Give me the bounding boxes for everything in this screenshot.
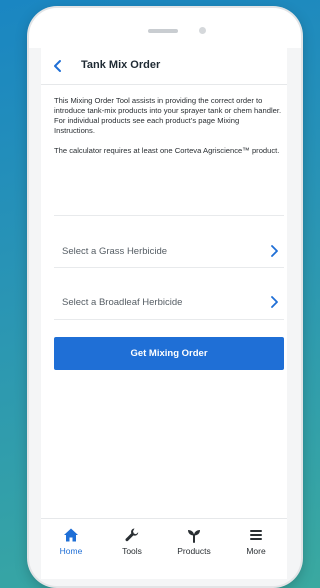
phone-frame: Tank Mix Order This Mixing Order Tool as… [29,8,301,586]
chevron-left-icon[interactable] [51,59,65,73]
phone-camera [199,27,206,34]
app-screen: Tank Mix Order This Mixing Order Tool as… [41,48,287,579]
tab-tools[interactable]: Tools [107,527,157,563]
wrench-icon [125,528,139,542]
divider [54,215,284,216]
description-intro: This Mixing Order Tool assists in provid… [54,96,282,135]
description-requirement: The calculator requires at least one Cor… [54,146,280,155]
phone-speaker [148,29,178,33]
app-header: Tank Mix Order [41,48,287,85]
tab-more[interactable]: More [231,527,281,563]
tab-products-label: Products [177,546,211,556]
tab-more-label: More [246,546,266,556]
chevron-right-icon [271,245,278,257]
get-mixing-order-button[interactable]: Get Mixing Order [54,337,284,370]
home-icon [64,528,78,542]
tab-products[interactable]: Products [169,527,219,563]
select-grass-herbicide[interactable]: Select a Grass Herbicide [54,234,284,268]
select-broadleaf-herbicide[interactable]: Select a Broadleaf Herbicide [54,285,284,319]
phone-top-bezel [29,8,301,48]
tab-home[interactable]: Home [46,527,96,563]
tool-description: This Mixing Order Tool assists in provid… [54,96,282,166]
sprout-icon [188,530,200,543]
select-grass-herbicide-label: Select a Grass Herbicide [62,246,168,257]
tab-tools-label: Tools [122,546,142,556]
page-title: Tank Mix Order [81,59,161,71]
tab-home-label: Home [59,546,83,556]
chevron-right-icon [271,296,278,308]
select-broadleaf-herbicide-label: Select a Broadleaf Herbicide [62,297,183,308]
divider [54,267,284,268]
menu-icon [250,530,262,540]
bottom-tab-bar: Home Tools Products More [41,518,287,571]
divider [54,319,284,320]
